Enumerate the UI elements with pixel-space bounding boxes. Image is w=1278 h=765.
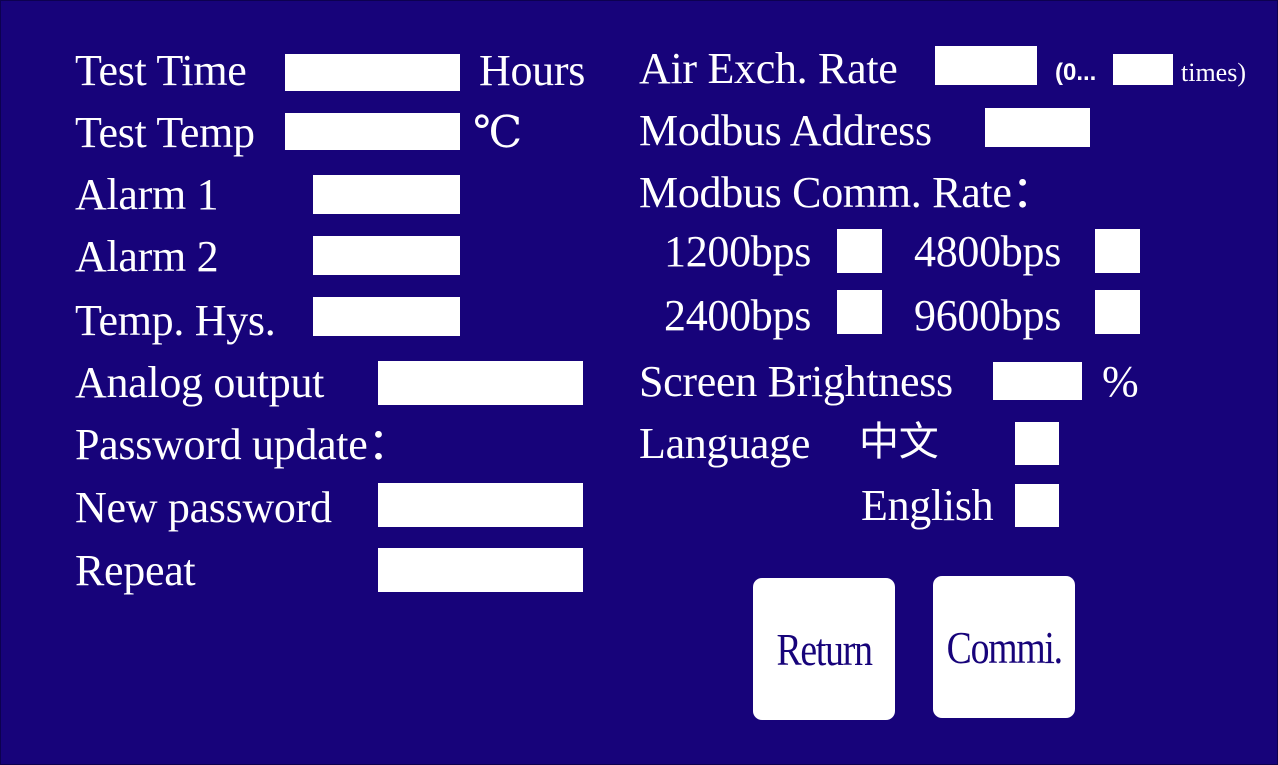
test-temp-unit: ℃: [473, 108, 522, 157]
alarm1-label: Alarm 1: [75, 170, 219, 219]
rate-9600-label: 9600bps: [914, 291, 1062, 340]
temp-hys-input[interactable]: [313, 297, 460, 336]
rate-9600-checkbox[interactable]: [1095, 290, 1140, 334]
air-exch-max-input[interactable]: [1113, 54, 1173, 85]
rate-2400-label: 2400bps: [664, 291, 812, 340]
repeat-password-input[interactable]: [378, 548, 583, 592]
language-english-checkbox[interactable]: [1015, 484, 1059, 527]
return-button-label: Return: [776, 623, 873, 675]
air-exch-range-prefix: (0...: [1055, 59, 1097, 86]
return-button[interactable]: Return: [753, 578, 895, 720]
commit-button[interactable]: Commi.: [933, 576, 1075, 718]
temp-hys-label: Temp. Hys.: [75, 296, 276, 345]
new-password-input[interactable]: [378, 483, 583, 527]
alarm2-label: Alarm 2: [75, 232, 219, 281]
rate-2400-checkbox[interactable]: [837, 290, 882, 334]
screen-brightness-unit: %: [1102, 357, 1139, 406]
modbus-address-input[interactable]: [985, 108, 1090, 147]
language-label: Language: [639, 419, 811, 468]
new-password-label: New password: [75, 483, 332, 532]
repeat-password-label: Repeat: [75, 546, 196, 595]
air-exch-rate-label: Air Exch. Rate: [639, 44, 898, 93]
test-time-label: Test Time: [75, 46, 247, 95]
screen-brightness-label: Screen Brightness: [639, 357, 953, 406]
rate-1200-checkbox[interactable]: [837, 229, 882, 273]
settings-screen: Test Time Hours Test Temp ℃ Alarm 1 Alar…: [0, 0, 1278, 765]
alarm2-input[interactable]: [313, 236, 460, 275]
language-english-label: English: [861, 481, 994, 530]
rate-4800-label: 4800bps: [914, 227, 1062, 276]
modbus-rate-label: Modbus Comm. Rate：: [639, 168, 1056, 217]
air-exch-rate-input[interactable]: [935, 46, 1037, 85]
test-time-unit: Hours: [479, 46, 586, 95]
test-temp-input[interactable]: [285, 113, 460, 150]
password-update-label: Password update：: [75, 420, 412, 469]
air-exch-range-suffix: times): [1181, 58, 1246, 87]
language-chinese-label: 中文: [859, 419, 939, 465]
analog-output-label: Analog output: [75, 358, 325, 407]
test-temp-label: Test Temp: [75, 108, 255, 157]
modbus-address-label: Modbus Address: [639, 106, 932, 155]
analog-output-input[interactable]: [378, 361, 583, 405]
test-time-input[interactable]: [285, 54, 460, 91]
rate-1200-label: 1200bps: [664, 227, 812, 276]
commit-button-label: Commi.: [946, 621, 1062, 673]
rate-4800-checkbox[interactable]: [1095, 229, 1140, 273]
screen-brightness-input[interactable]: [993, 362, 1082, 400]
language-chinese-checkbox[interactable]: [1015, 422, 1059, 465]
alarm1-input[interactable]: [313, 175, 460, 214]
